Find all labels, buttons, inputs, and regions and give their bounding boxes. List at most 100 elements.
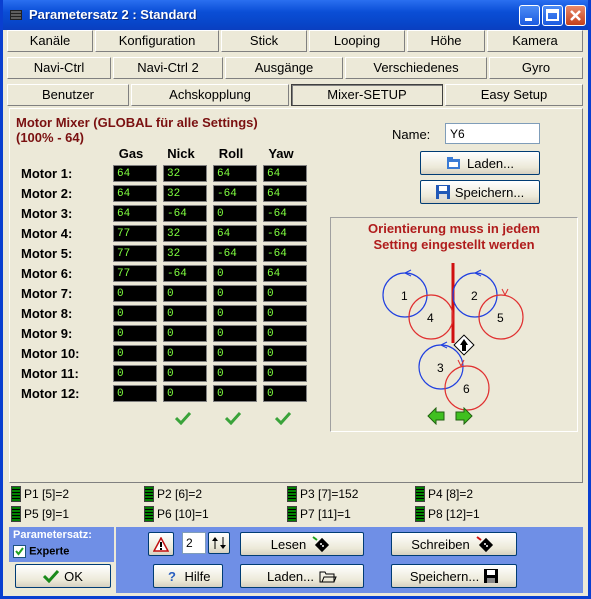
tab-achskopplung[interactable]: Achskopplung — [131, 84, 289, 106]
motor-row-label: Motor 1: — [21, 166, 73, 181]
motor-value-cell[interactable]: 0 — [213, 305, 257, 322]
motor-value-cell[interactable]: 0 — [213, 385, 257, 402]
motor-value-cell[interactable]: -64 — [213, 245, 257, 262]
motor-row-label: Motor 8: — [21, 306, 73, 321]
motor-value-cell[interactable]: 0 — [213, 265, 257, 282]
laden-button[interactable]: Laden... — [240, 564, 364, 588]
lesen-button[interactable]: Lesen — [240, 532, 364, 556]
lesen-label: Lesen — [270, 536, 307, 552]
motor-value-cell[interactable]: 0 — [113, 365, 157, 382]
motor-value-cell[interactable]: -64 — [213, 185, 257, 202]
motor-value-cell[interactable]: -64 — [263, 205, 307, 222]
speichern-button[interactable]: Speichern... — [391, 564, 517, 588]
folder-open-icon — [447, 157, 460, 169]
motor-value-cell[interactable]: 0 — [213, 365, 257, 382]
experte-checkbox[interactable]: Experte — [13, 545, 69, 558]
motor-value-cell[interactable]: 0 — [113, 345, 157, 362]
motor-row-label: Motor 11: — [21, 366, 79, 381]
motor-value-cell[interactable]: 0 — [263, 285, 307, 302]
set-number-field[interactable]: 2 — [182, 532, 206, 554]
rotor-label-4: 4 — [427, 311, 434, 325]
motor-value-cell[interactable]: -64 — [263, 245, 307, 262]
motor-value-cell[interactable]: 0 — [163, 325, 207, 342]
motor-value-cell[interactable]: 0 — [163, 285, 207, 302]
param-bar-icon — [415, 486, 425, 502]
motor-value-cell[interactable]: 0 — [213, 285, 257, 302]
tab-kamera[interactable]: Kamera — [487, 30, 583, 52]
experte-label: Experte — [29, 545, 70, 558]
mixer-laden-button[interactable]: Laden... — [420, 151, 540, 175]
minimize-icon — [525, 18, 532, 21]
motor-value-cell[interactable]: 0 — [263, 365, 307, 382]
motor-value-cell[interactable]: 64 — [263, 185, 307, 202]
motor-value-cell[interactable]: -64 — [163, 265, 207, 282]
hilfe-button[interactable]: ? Hilfe — [153, 564, 223, 588]
tab-navi-ctrl[interactable]: Navi-Ctrl — [7, 57, 111, 79]
tab-ausgaenge[interactable]: Ausgänge — [225, 57, 343, 79]
tab-gyro[interactable]: Gyro — [489, 57, 583, 79]
motor-value-cell[interactable]: 0 — [163, 305, 207, 322]
motor-value-cell[interactable]: 64 — [113, 165, 157, 182]
motor-value-cell[interactable]: 64 — [263, 265, 307, 282]
tab-kanaele[interactable]: Kanäle — [7, 30, 93, 52]
rotate-left-arrow-icon[interactable] — [427, 407, 445, 425]
motor-value-cell[interactable]: 32 — [163, 185, 207, 202]
footer-bar: Parametersatz: Experte OK 2 ? Hilfe Lese… — [9, 527, 583, 593]
tab-stick[interactable]: Stick — [221, 30, 307, 52]
tab-easy-setup[interactable]: Easy Setup — [445, 84, 583, 106]
motor-value-cell[interactable]: 64 — [213, 225, 257, 242]
motor-value-cell[interactable]: 77 — [113, 265, 157, 282]
motor-value-cell[interactable]: 64 — [113, 185, 157, 202]
motor-value-cell[interactable]: 0 — [263, 325, 307, 342]
maximize-icon — [546, 9, 559, 21]
motor-value-cell[interactable]: 0 — [213, 345, 257, 362]
mixer-speichern-button[interactable]: Speichern... — [420, 180, 540, 204]
motor-value-cell[interactable]: 32 — [163, 165, 207, 182]
warning-button[interactable] — [148, 532, 174, 556]
tab-looping[interactable]: Looping — [309, 30, 405, 52]
motor-value-cell[interactable]: 0 — [113, 285, 157, 302]
motor-value-cell[interactable]: 0 — [113, 325, 157, 342]
rotor-layout-diagram: 1 2 3 4 5 6 — [382, 263, 524, 411]
tab-navi-ctrl-2[interactable]: Navi-Ctrl 2 — [113, 57, 223, 79]
close-button[interactable] — [565, 5, 586, 26]
motor-value-cell[interactable]: -64 — [263, 225, 307, 242]
motor-value-cell[interactable]: 0 — [263, 385, 307, 402]
motor-value-cell[interactable]: 0 — [213, 325, 257, 342]
param-p4: P4 [8]=2 — [415, 486, 473, 502]
schreiben-button[interactable]: Schreiben — [391, 532, 517, 556]
speichern-label: Speichern... — [409, 568, 480, 584]
minimize-button[interactable] — [519, 5, 540, 26]
motor-value-cell[interactable]: 0 — [213, 205, 257, 222]
tab-benutzer[interactable]: Benutzer — [7, 84, 129, 106]
maximize-button[interactable] — [542, 5, 563, 26]
motor-value-cell[interactable]: 77 — [113, 245, 157, 262]
motor-value-cell[interactable]: 64 — [213, 165, 257, 182]
param-p8: P8 [12]=1 — [415, 506, 480, 522]
motor-value-cell[interactable]: 0 — [163, 365, 207, 382]
motor-value-cell[interactable]: 32 — [163, 225, 207, 242]
motor-row-label: Motor 5: — [21, 246, 73, 261]
window-title: Parametersatz 2 : Standard — [29, 7, 197, 22]
name-input[interactable] — [445, 123, 540, 144]
motor-value-cell[interactable]: 0 — [113, 385, 157, 402]
set-number-spinner[interactable] — [208, 532, 230, 554]
ok-button[interactable]: OK — [15, 564, 111, 588]
motor-value-cell[interactable]: -64 — [163, 205, 207, 222]
motor-value-cell[interactable]: 0 — [263, 345, 307, 362]
tab-konfiguration[interactable]: Konfiguration — [95, 30, 219, 52]
motor-value-cell[interactable]: 0 — [163, 345, 207, 362]
motor-value-cell[interactable]: 32 — [163, 245, 207, 262]
tab-mixer-setup[interactable]: Mixer-SETUP — [291, 84, 443, 106]
tab-verschiedenes[interactable]: Verschiedenes — [345, 57, 487, 79]
title-bar[interactable]: Parametersatz 2 : Standard — [3, 0, 588, 30]
motor-value-cell[interactable]: 64 — [113, 205, 157, 222]
motor-value-cell[interactable]: 77 — [113, 225, 157, 242]
motor-value-cell[interactable]: 0 — [113, 305, 157, 322]
tab-hoehe[interactable]: Höhe — [407, 30, 485, 52]
close-icon — [570, 10, 581, 21]
motor-value-cell[interactable]: 0 — [163, 385, 207, 402]
rotate-right-arrow-icon[interactable] — [455, 407, 473, 425]
motor-value-cell[interactable]: 64 — [263, 165, 307, 182]
motor-value-cell[interactable]: 0 — [263, 305, 307, 322]
